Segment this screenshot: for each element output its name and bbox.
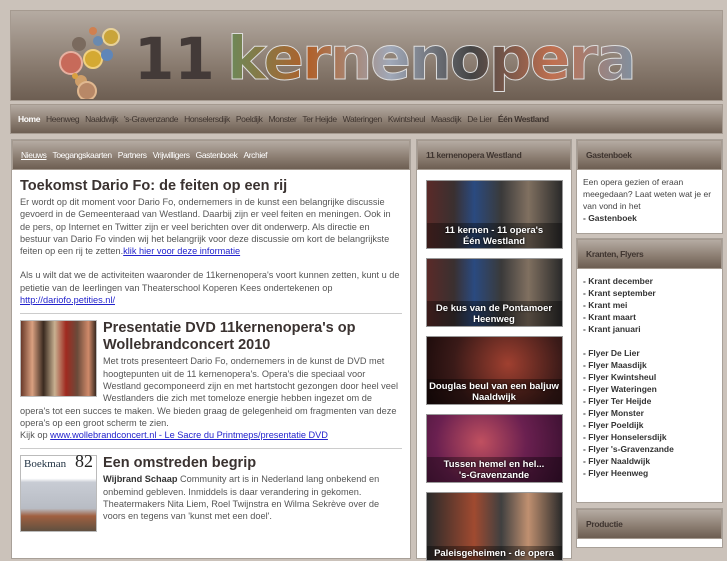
dvd-thumbnail[interactable] — [20, 320, 97, 398]
caption-line: Paleisgeheimen - de opera — [434, 548, 554, 559]
flyer-link[interactable]: - Flyer Heenweg — [583, 467, 716, 479]
flyer-link[interactable]: - Flyer De Lier — [583, 347, 716, 359]
opera-tile-caption: Tussen hemel en hel...'s-Gravenzande — [426, 457, 562, 482]
caption-line: Tussen hemel en hel... — [443, 459, 545, 470]
subnav-item[interactable]: Nieuws — [21, 150, 47, 160]
flyer-link[interactable]: - Flyer Poeldijk — [583, 419, 716, 431]
subnav-item[interactable]: Gastenboek — [196, 150, 238, 160]
opera-tile-caption: Paleisgeheimen - de opera — [426, 546, 562, 560]
petition-link[interactable]: http://dariofo.petities.nl/ — [20, 295, 115, 305]
nav-item[interactable]: Home — [18, 114, 40, 124]
guestbook-link[interactable]: - Gastenboek — [583, 213, 637, 223]
thumb-number: 82 — [75, 451, 93, 472]
caption-line: 11 kernen - 11 opera's — [444, 225, 544, 236]
opera-column: 11 kernenopera Westland 11 kernen - 11 o… — [416, 139, 572, 561]
site-header: 11 kernenopera — [10, 10, 723, 101]
opera-tile[interactable]: De kus van de Pontamoer Heenweg — [425, 258, 563, 327]
krant-link[interactable]: - Krant mei — [583, 299, 716, 311]
guestbook-text: Een opera gezien of eraan meegedaan? Laa… — [583, 177, 712, 211]
logo-dots-icon — [59, 27, 120, 99]
flyer-link[interactable]: - Flyer Maasdijk — [583, 359, 716, 371]
caption-line: 's-Gravenzande — [458, 470, 530, 481]
nav-item[interactable]: Maasdijk — [431, 114, 462, 124]
opera-tile[interactable]: Douglas beul van een baljuw Naaldwijk — [425, 336, 563, 405]
caption-line: Douglas beul van een baljuw — [429, 381, 559, 392]
divider — [20, 448, 402, 450]
krant-link[interactable]: - Krant maart — [583, 311, 716, 323]
nav-item[interactable]: Monster — [268, 114, 296, 124]
news-column: Nieuws Toegangskaarten Partners Vrijwillige… — [11, 139, 411, 559]
nav-item[interactable]: Poeldijk — [236, 114, 263, 124]
article: Boekman 82 Een omstreden begrip Wijbrand… — [20, 451, 402, 534]
guestbook-box: Gastenboek Een opera gezien of eraan mee… — [576, 139, 723, 234]
article-author: Wijbrand Schaap — [103, 474, 178, 485]
divider — [20, 313, 402, 315]
svg-text:11: 11 — [134, 25, 215, 93]
nav-item[interactable]: Honselersdijk — [184, 114, 230, 124]
opera-tile[interactable]: Tussen hemel en hel...'s-Gravenzande — [425, 414, 563, 483]
flyer-link[interactable]: - Flyer Naaldwijk — [583, 455, 716, 467]
wollebrand-link[interactable]: www.wollebrandconcert.nl - Le Sacre du P… — [50, 430, 328, 440]
caption-line: De kus van de Pontamoer — [435, 303, 553, 314]
article: Toekomst Dario Fo: de feiten op een rij … — [20, 178, 402, 306]
nav-item[interactable]: Heenweg — [46, 114, 80, 124]
flyer-link[interactable]: - Flyer Ter Heijde — [583, 395, 716, 407]
article-body: Als u wilt dat we de activiteiten waaron… — [20, 270, 400, 293]
main-nav: Home Heenweg Naaldwijk 's-Gravenzande Honsel… — [10, 104, 723, 134]
krant-link[interactable]: - Krant september — [583, 287, 716, 299]
nav-item[interactable]: De Lier — [467, 114, 492, 124]
krant-link[interactable]: - Krant januari — [583, 323, 716, 335]
caption-line: Heenweg — [473, 314, 515, 325]
guestbook-title: Gastenboek — [577, 140, 722, 170]
kranten-box: Kranten, Flyers - Krant december - Krant … — [576, 238, 723, 503]
boekman-thumbnail[interactable]: Boekman 82 — [20, 451, 97, 533]
flyer-link[interactable]: - Flyer Kwintsheul — [583, 371, 716, 383]
subnav-item[interactable]: Partners — [118, 150, 147, 160]
nav-item[interactable]: Naaldwijk — [85, 114, 118, 124]
flyer-link[interactable]: - Flyer Wateringen — [583, 383, 716, 395]
caption-line: Naaldwijk — [472, 392, 516, 403]
article-title[interactable]: Toekomst Dario Fo: de feiten op een rij — [20, 178, 402, 195]
nav-item[interactable]: 's-Gravenzande — [124, 114, 179, 124]
caption-line: Één Westland — [462, 236, 526, 247]
krant-link[interactable]: - Krant december — [583, 275, 716, 287]
subnav-item[interactable]: Vrijwilligers — [153, 150, 190, 160]
flyer-link[interactable]: - Flyer Monster — [583, 407, 716, 419]
thumb-title: Boekman — [24, 458, 67, 471]
subnav-item[interactable]: Toegangskaarten — [52, 150, 112, 160]
sub-nav: Nieuws Toegangskaarten Partners Vrijwillige… — [12, 140, 410, 170]
opera-tile-caption: De kus van de Pontamoer Heenweg — [426, 301, 562, 326]
opera-tile-caption: 11 kernen - 11 opera's Één Westland — [426, 223, 562, 248]
nav-item[interactable]: Één Westland — [498, 114, 549, 124]
productie-title: Productie — [577, 509, 722, 539]
opera-column-title: 11 kernenopera Westland — [417, 140, 571, 170]
logo-wordmark: 11 kernenopera — [134, 24, 637, 95]
kranten-title: Kranten, Flyers — [577, 239, 722, 269]
flyer-link[interactable]: - Flyer 's-Gravenzande — [583, 443, 716, 455]
opera-tile-caption: Douglas beul van een baljuw Naaldwijk — [426, 379, 562, 404]
info-link[interactable]: klik hier voor deze informatie — [123, 246, 240, 256]
opera-tile[interactable]: 11 kernen - 11 opera's Één Westland — [425, 180, 563, 249]
productie-box: Productie — [576, 508, 723, 548]
nav-item[interactable]: Ter Heijde — [302, 114, 337, 124]
svg-text:kernenopera: kernenopera — [227, 24, 635, 94]
flyer-link[interactable]: - Flyer Honselersdijk — [583, 431, 716, 443]
link-prefix: Kijk op — [20, 430, 48, 441]
article: Presentatie DVD 11kernenopera's op Wolle… — [20, 320, 402, 441]
nav-item[interactable]: Wateringen — [343, 114, 383, 124]
nav-item[interactable]: Kwintsheul — [388, 114, 426, 124]
opera-tile[interactable]: Paleisgeheimen - de opera — [425, 492, 563, 561]
subnav-item[interactable]: Archief — [243, 150, 267, 160]
